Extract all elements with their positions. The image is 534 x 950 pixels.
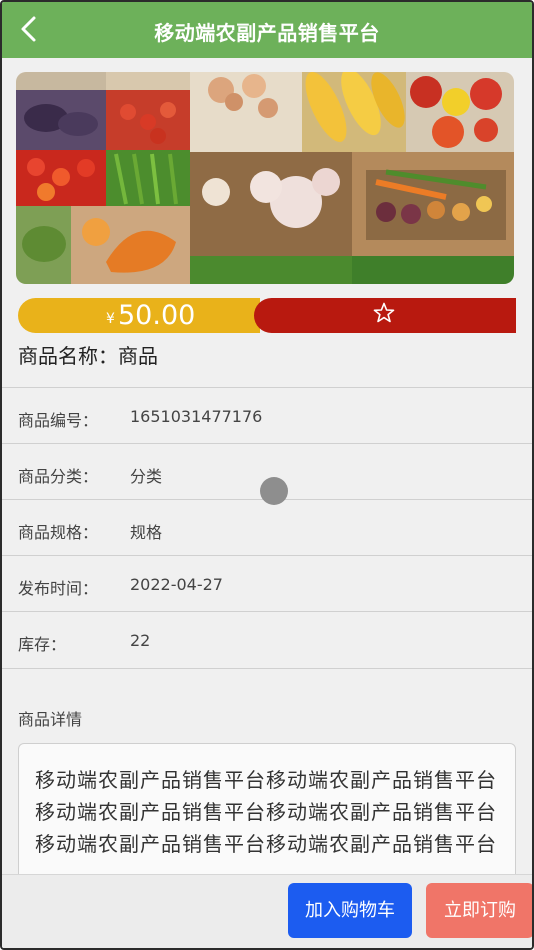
divider	[2, 387, 532, 388]
page-title: 移动端农副产品销售平台	[154, 21, 380, 45]
product-price: 50.00	[118, 300, 196, 331]
divider	[2, 668, 532, 669]
price-bar: ¥ 50.00	[18, 298, 516, 333]
price-section: ¥ 50.00	[18, 298, 260, 333]
details-box[interactable]: 移动端农副产品销售平台移动端农副产品销售平台移动端农副产品销售平台移动端农副产品…	[18, 743, 516, 885]
product-name-row: 商品名称：商品	[18, 340, 158, 369]
product-name-value: 商品	[118, 344, 158, 368]
field-value: 2022-04-27	[130, 575, 223, 594]
favorite-button[interactable]	[254, 298, 516, 333]
field-label: 商品编号：	[18, 411, 99, 430]
details-text: 移动端农副产品销售平台移动端农副产品销售平台移动端农副产品销售平台移动端农副产品…	[35, 768, 497, 856]
currency-symbol: ¥	[106, 311, 115, 327]
field-label: 发布时间：	[18, 579, 99, 598]
buy-now-button[interactable]: 立即订购	[426, 883, 532, 938]
app-frame: 移动端农副产品销售平台 ¥ 50.00 商品名称：商品 商品编号： 165103…	[0, 0, 534, 950]
star-outline-icon	[373, 302, 395, 323]
divider	[2, 555, 532, 556]
field-value: 规格	[130, 523, 163, 542]
add-to-cart-button[interactable]: 加入购物车	[288, 883, 412, 938]
product-name-label: 商品名称：	[18, 344, 118, 368]
field-value: 22	[130, 631, 151, 650]
divider	[2, 443, 532, 444]
touch-indicator	[260, 477, 288, 505]
field-label: 商品规格：	[18, 523, 99, 542]
field-value: 1651031477176	[130, 407, 263, 426]
top-nav-bar: 移动端农副产品销售平台	[2, 2, 532, 58]
field-label: 商品分类：	[18, 467, 99, 486]
field-label: 库存：	[18, 635, 67, 654]
product-image	[16, 72, 514, 284]
field-value: 分类	[130, 467, 163, 486]
vegetables-collage	[16, 72, 514, 284]
details-title: 商品详情	[18, 710, 83, 729]
divider	[2, 611, 532, 612]
